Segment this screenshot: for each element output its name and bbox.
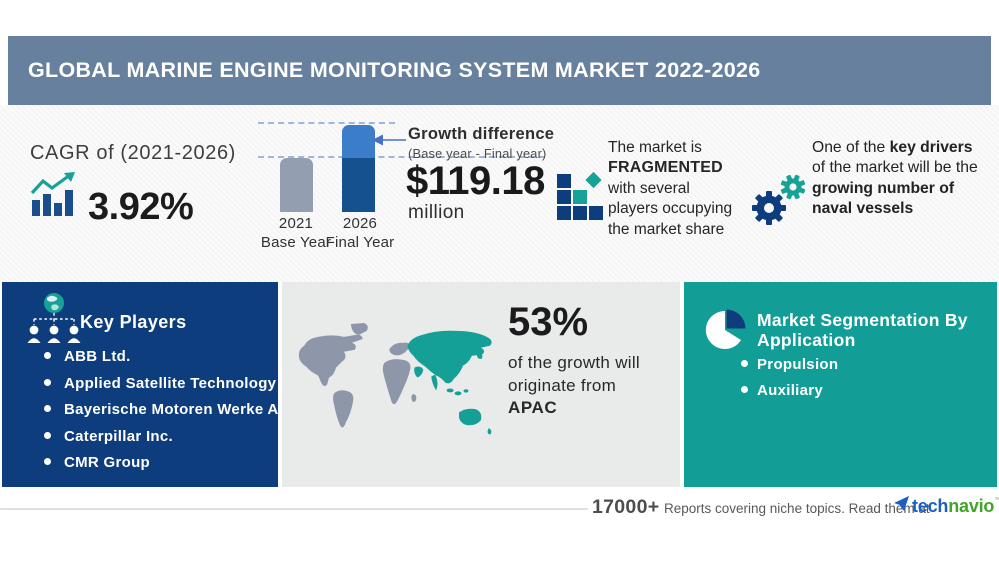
key-player-item: Applied Satellite Technology Ltd... xyxy=(42,375,318,392)
bar-sublabel: Final Year xyxy=(325,234,395,251)
fragmented-squares-icon xyxy=(557,171,609,228)
fragmented-line: with several xyxy=(608,179,690,197)
drivers-line: One of the key drivers xyxy=(812,138,978,158)
bar-2026-base-segment xyxy=(342,158,375,212)
fragmented-keyword: FRAGMENTED xyxy=(608,159,723,177)
segmentation-list: Propulsion Auxiliary xyxy=(741,356,838,408)
region-stat-value: 53% xyxy=(508,300,589,344)
dashed-gridline-top xyxy=(258,122,395,124)
callout-arrow-icon xyxy=(372,133,406,152)
key-players-panel: Key Players ABB Ltd. Applied Satellite T… xyxy=(2,282,318,487)
segmentation-panel: Market Segmentation By Application Propu… xyxy=(684,282,997,487)
bar-year: 2026 xyxy=(342,215,378,232)
cagr-label: CAGR of (2021-2026) xyxy=(30,142,236,164)
key-player-item: Bayerische Motoren Werke AG xyxy=(42,401,318,418)
cagr-value: 3.92% xyxy=(88,186,194,228)
drivers-line: of the market will be the xyxy=(812,159,978,177)
logo-trademark: ™ xyxy=(994,497,999,504)
growth-difference-unit: million xyxy=(408,202,465,223)
key-players-list: ABB Ltd. Applied Satellite Technology Lt… xyxy=(42,348,318,481)
bar-2021 xyxy=(280,158,313,212)
footer-divider xyxy=(0,508,588,510)
key-players-title: Key Players xyxy=(80,312,187,332)
fragmented-text: The market is FRAGMENTED with several pl… xyxy=(608,138,732,240)
key-player-item: CMR Group xyxy=(42,454,318,471)
drivers-line-bold: growing number of xyxy=(812,179,955,197)
segmentation-title-line: Application xyxy=(757,330,856,350)
region-line: of the growth will xyxy=(508,353,641,372)
network-globe-icon xyxy=(26,292,82,351)
technavio-logo-icon xyxy=(893,495,910,517)
report-count: 17000+ xyxy=(592,496,660,518)
infographic-page: GLOBAL MARINE ENGINE MONITORING SYSTEM M… xyxy=(0,0,999,562)
fragmented-line: players occupying xyxy=(608,200,733,218)
key-player-item: ABB Ltd. xyxy=(42,348,318,365)
drivers-line-bold: naval vessels xyxy=(812,200,914,218)
region-stat-text: of the growth will originate from APAC xyxy=(508,352,640,420)
logo-text-tech: tech xyxy=(912,495,949,516)
world-map xyxy=(292,320,506,449)
growth-difference-title: Growth difference xyxy=(408,125,555,143)
region-line: originate from xyxy=(508,375,617,395)
region-highlight: APAC xyxy=(508,398,558,417)
fragmented-line: The market is xyxy=(608,139,702,156)
bar-label-2026: 2026 Final Year xyxy=(322,214,398,252)
bar-2026 xyxy=(342,125,375,212)
segmentation-title-line: Market Segmentation By xyxy=(757,310,968,330)
key-player-item: Caterpillar Inc. xyxy=(42,428,318,445)
drivers-text-normal: One of the xyxy=(812,139,890,156)
header-bar: GLOBAL MARINE ENGINE MONITORING SYSTEM M… xyxy=(8,36,991,105)
gears-icon xyxy=(752,172,808,233)
segmentation-item: Auxiliary xyxy=(741,382,838,399)
technavio-logo[interactable]: tech navio ™ xyxy=(893,495,999,517)
growth-difference-amount: $119.18 xyxy=(406,159,545,203)
growth-bars-icon xyxy=(30,172,82,223)
key-drivers-text: One of the key drivers of the market wil… xyxy=(812,138,978,220)
pie-chart-icon xyxy=(703,308,747,357)
region-panel: 53% of the growth will originate from AP… xyxy=(282,282,680,487)
bar-2026-growth-segment xyxy=(342,125,375,158)
drivers-text-bold: key drivers xyxy=(889,139,973,156)
segmentation-item: Propulsion xyxy=(741,356,838,373)
logo-text-navio: navio xyxy=(948,495,995,516)
page-title: GLOBAL MARINE ENGINE MONITORING SYSTEM M… xyxy=(28,58,761,82)
segmentation-title: Market Segmentation By Application xyxy=(757,310,968,350)
fragmented-line: the market share xyxy=(608,220,725,238)
footer-note: Reports covering niche topics. Read them… xyxy=(664,501,930,516)
